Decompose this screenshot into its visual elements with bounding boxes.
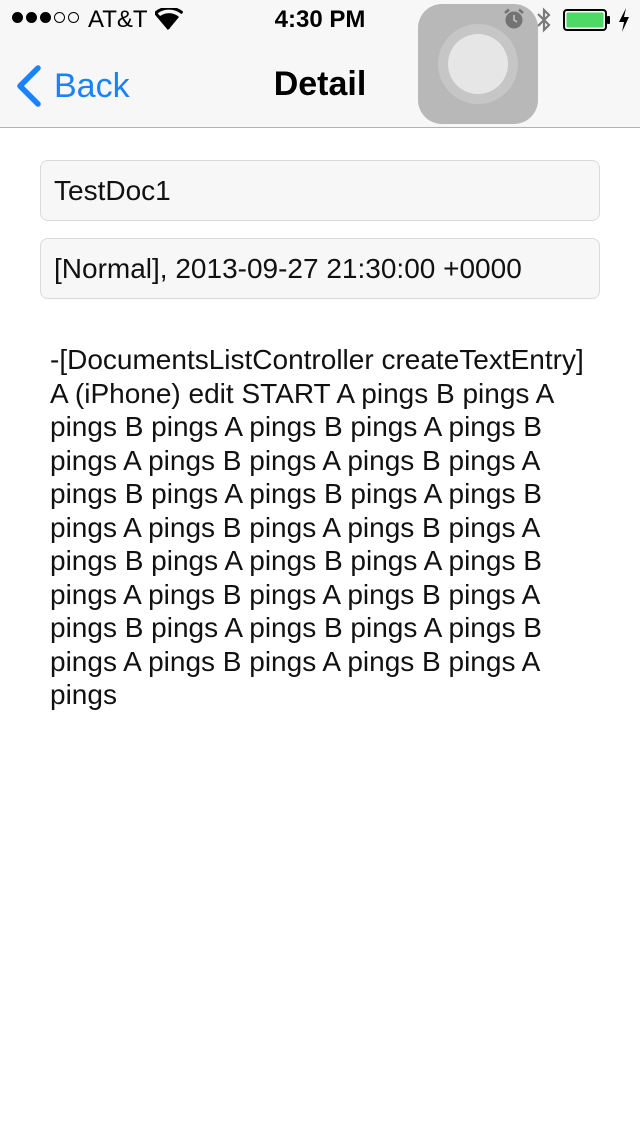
status-bar: AT&T 4:30 PM xyxy=(0,0,640,40)
top-bar: AT&T 4:30 PM Back Detail xyxy=(0,0,640,128)
battery-icon xyxy=(563,9,610,31)
page-title: Detail xyxy=(273,65,367,103)
document-meta-field[interactable]: [Normal], 2013-09-27 21:30:00 +0000 xyxy=(40,238,600,299)
detail-screen: AT&T 4:30 PM Back Detail TestDoc1 [Norma… xyxy=(0,0,640,1136)
document-body-text[interactable]: -[DocumentsListController createTextEntr… xyxy=(50,343,590,712)
assistive-touch-button[interactable] xyxy=(418,4,538,124)
document-title-field[interactable]: TestDoc1 xyxy=(40,160,600,221)
charging-icon xyxy=(619,8,629,32)
